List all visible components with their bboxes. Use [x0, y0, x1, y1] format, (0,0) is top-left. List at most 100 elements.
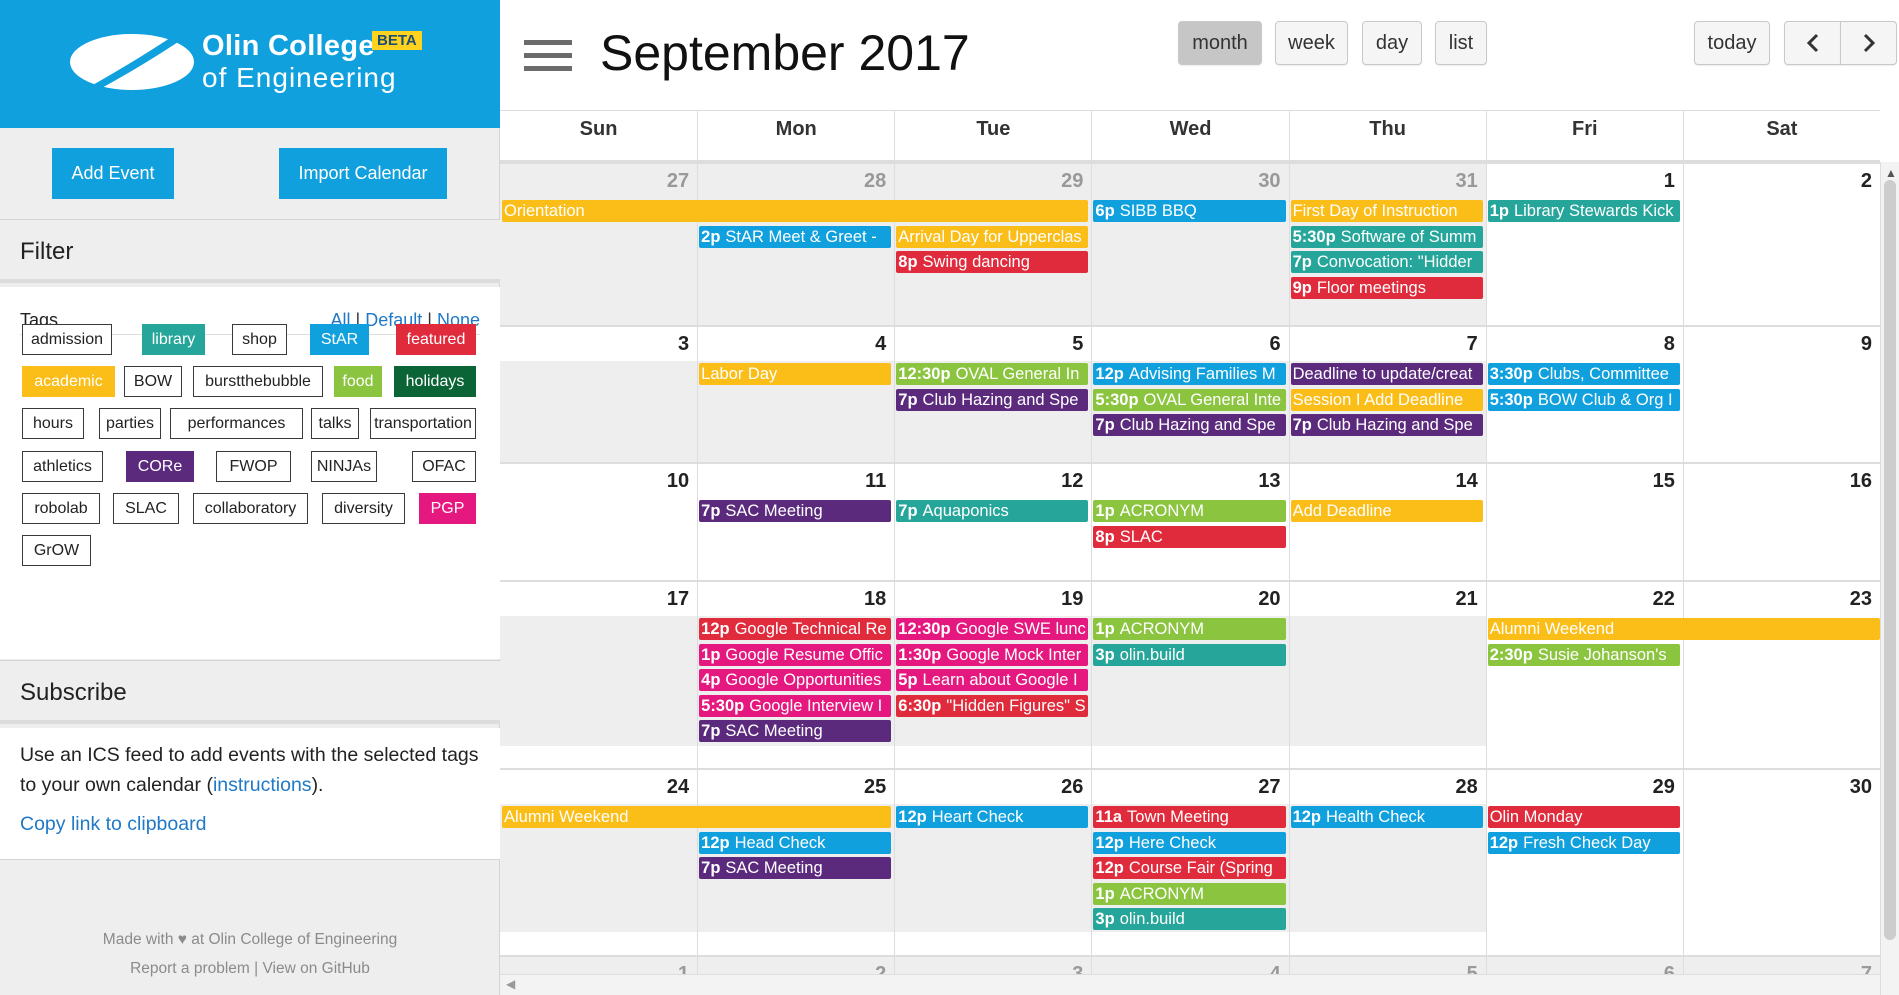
- day-number[interactable]: 9: [1861, 333, 1872, 356]
- tag-diversity[interactable]: diversity: [322, 493, 405, 524]
- day-cell[interactable]: 3: [500, 327, 698, 462]
- day-cell[interactable]: 17: [500, 582, 698, 768]
- calendar-event[interactable]: 7p Club Hazing and Spe: [1290, 414, 1483, 436]
- tag-food[interactable]: food: [334, 366, 382, 397]
- day-number[interactable]: 31: [1455, 170, 1477, 193]
- next-button[interactable]: [1840, 21, 1897, 65]
- day-cell[interactable]: 10: [500, 464, 697, 580]
- tag-ofac[interactable]: OFAC: [412, 451, 476, 482]
- tag-pgp[interactable]: PGP: [419, 493, 476, 524]
- day-number[interactable]: 29: [1061, 170, 1083, 193]
- tag-parties[interactable]: parties: [99, 408, 161, 439]
- day-number[interactable]: 4: [875, 333, 886, 356]
- day-number[interactable]: 18: [864, 588, 886, 611]
- day-number[interactable]: 22: [1653, 588, 1675, 611]
- day-cell[interactable]: 13: [1091, 464, 1288, 580]
- calendar-event[interactable]: 12:30p Google SWE lunc: [896, 618, 1089, 640]
- day-number[interactable]: 28: [864, 170, 886, 193]
- day-number[interactable]: 23: [1850, 588, 1872, 611]
- day-number[interactable]: 26: [1061, 776, 1083, 799]
- day-number[interactable]: 27: [1258, 776, 1280, 799]
- tag-grow[interactable]: GrOW: [22, 535, 91, 566]
- day-number[interactable]: 20: [1258, 588, 1280, 611]
- prev-button[interactable]: [1784, 21, 1841, 65]
- day-number[interactable]: 30: [1850, 776, 1872, 799]
- view-week-button[interactable]: week: [1275, 21, 1348, 65]
- calendar-event[interactable]: 7p SAC Meeting: [699, 857, 892, 879]
- day-number[interactable]: 5: [1072, 333, 1083, 356]
- calendar-event[interactable]: Alumni Weekend: [1487, 618, 1880, 640]
- day-cell[interactable]: 12: [894, 464, 1091, 580]
- calendar-event[interactable]: 6p SIBB BBQ: [1093, 200, 1286, 222]
- import-calendar-button[interactable]: Import Calendar: [279, 148, 447, 199]
- calendar-event[interactable]: 12p Here Check: [1093, 831, 1286, 854]
- calendar-event[interactable]: 7p Club Hazing and Spe: [1093, 414, 1286, 436]
- day-cell[interactable]: 23: [1682, 582, 1880, 768]
- tag-star[interactable]: StAR: [310, 324, 369, 355]
- day-number[interactable]: 25: [864, 776, 886, 799]
- calendar-event[interactable]: 12p Heart Check: [896, 806, 1089, 828]
- calendar-event[interactable]: 3p olin.build: [1093, 908, 1286, 930]
- calendar-event[interactable]: 4p Google Opportunities: [699, 669, 892, 691]
- calendar-event[interactable]: 1:30p Google Mock Inter: [896, 643, 1089, 666]
- calendar-event[interactable]: 5:30p Software of Summ: [1290, 225, 1483, 248]
- calendar-event[interactable]: 12p Head Check: [699, 831, 892, 854]
- calendar-event[interactable]: Olin Monday: [1487, 806, 1680, 828]
- calendar-event[interactable]: 12p Advising Families M: [1093, 363, 1286, 385]
- calendar-event[interactable]: 12p Fresh Check Day: [1487, 831, 1680, 854]
- day-cell[interactable]: 29: [1485, 770, 1683, 955]
- calendar-event[interactable]: Orientation: [502, 200, 1089, 222]
- day-number[interactable]: 12: [1061, 470, 1083, 493]
- day-number[interactable]: 15: [1653, 470, 1675, 493]
- copy-link-button[interactable]: Copy link to clipboard: [20, 813, 206, 836]
- calendar-event[interactable]: Add Deadline: [1290, 500, 1483, 522]
- view-list-button[interactable]: list: [1435, 21, 1487, 65]
- tag-fwop[interactable]: FWOP: [216, 451, 291, 482]
- tag-holidays[interactable]: holidays: [394, 366, 476, 397]
- calendar-event[interactable]: 5:30p BOW Club & Org I: [1487, 388, 1680, 411]
- day-cell[interactable]: 11: [697, 464, 894, 580]
- horizontal-scrollbar[interactable]: ◀: [500, 974, 1880, 995]
- add-event-button[interactable]: Add Event: [52, 148, 174, 199]
- tag-burstthebubble[interactable]: burstthebubble: [193, 366, 323, 397]
- calendar-event[interactable]: 7p Aquaponics: [896, 500, 1089, 522]
- day-number[interactable]: 30: [1258, 170, 1280, 193]
- scroll-left-icon[interactable]: ◀: [506, 977, 515, 991]
- calendar-event[interactable]: 1p ACRONYM: [1093, 882, 1286, 905]
- tag-talks[interactable]: talks: [311, 408, 359, 439]
- day-number[interactable]: 6: [1269, 333, 1280, 356]
- calendar-event[interactable]: 12p Google Technical Re: [699, 618, 892, 640]
- day-number[interactable]: 1: [1664, 170, 1675, 193]
- day-cell[interactable]: 24: [500, 770, 698, 955]
- calendar-event[interactable]: 7p Convocation: "Hidder: [1290, 251, 1483, 273]
- calendar-event[interactable]: 12:30p OVAL General In: [896, 363, 1089, 385]
- calendar-event[interactable]: 1p Google Resume Offic: [699, 643, 892, 666]
- day-cell[interactable]: 22: [1485, 582, 1683, 768]
- calendar-event[interactable]: First Day of Instruction: [1290, 200, 1483, 222]
- calendar-event[interactable]: 7p Club Hazing and Spe: [896, 388, 1089, 411]
- calendar-event[interactable]: 12p Health Check: [1290, 806, 1483, 828]
- brand-header[interactable]: Olin College of Engineering BETA: [0, 0, 500, 128]
- calendar-event[interactable]: 7p SAC Meeting: [699, 720, 892, 742]
- view-day-button[interactable]: day: [1362, 21, 1422, 65]
- day-cell[interactable]: 9: [1682, 327, 1880, 462]
- tag-collaboratory[interactable]: collaboratory: [193, 493, 308, 524]
- day-number[interactable]: 13: [1258, 470, 1280, 493]
- tag-shop[interactable]: shop: [232, 324, 287, 355]
- day-number[interactable]: 7: [1467, 333, 1478, 356]
- day-cell[interactable]: 26: [894, 770, 1092, 955]
- day-cell[interactable]: 4: [697, 327, 895, 462]
- day-cell[interactable]: 15: [1485, 464, 1683, 580]
- tag-robolab[interactable]: robolab: [22, 493, 100, 524]
- calendar-event[interactable]: Arrival Day for Upperclas: [896, 225, 1089, 248]
- calendar-event[interactable]: Session I Add Deadline: [1290, 388, 1483, 411]
- day-number[interactable]: 21: [1455, 588, 1477, 611]
- calendar-event[interactable]: Labor Day: [699, 363, 892, 385]
- vertical-scrollbar[interactable]: ▲: [1880, 162, 1899, 995]
- day-cell[interactable]: 27: [500, 164, 698, 325]
- calendar-event[interactable]: Deadline to update/creat: [1290, 363, 1483, 385]
- tag-academic[interactable]: academic: [22, 366, 115, 397]
- calendar-event[interactable]: 12p Course Fair (Spring: [1093, 857, 1286, 879]
- calendar-event[interactable]: 5:30p Google Interview I: [699, 694, 892, 717]
- tag-library[interactable]: library: [142, 324, 205, 355]
